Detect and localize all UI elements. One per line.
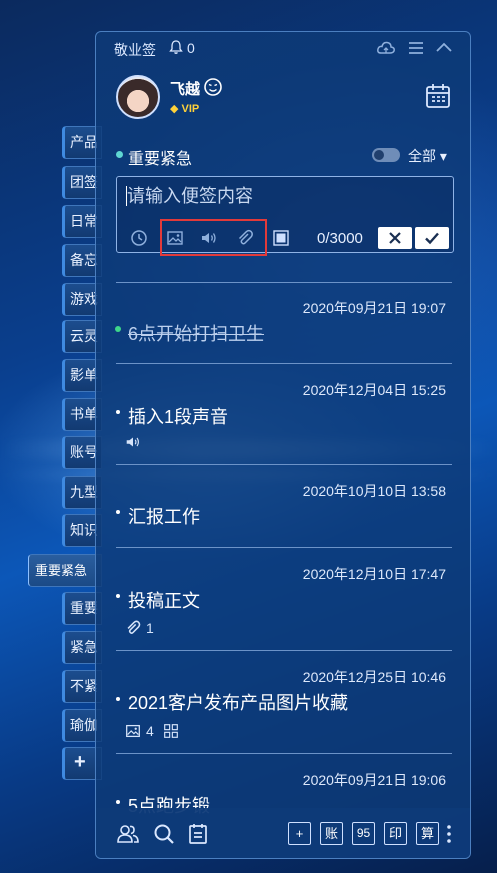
users-icon[interactable] (116, 822, 140, 846)
list-divider (116, 650, 452, 651)
color-icon[interactable] (271, 228, 291, 248)
clock-icon[interactable] (129, 228, 149, 248)
bell-icon[interactable] (168, 39, 184, 55)
side-category-tabs: 产品 团签 日常 备忘 游戏 云灵 影单 书单 账号 九型 知识 重要紧急 重要… (0, 0, 110, 873)
image-count: 4 (146, 723, 154, 739)
num-95-button[interactable]: 95 (352, 822, 375, 845)
print-button[interactable]: 印 (384, 822, 407, 845)
notification-count: 0 (187, 40, 195, 56)
check-icon (425, 232, 439, 245)
note-bullet (116, 697, 120, 701)
confirm-button[interactable] (415, 227, 449, 249)
list-divider (116, 282, 452, 283)
add-button[interactable]: + (288, 822, 311, 845)
smiley-icon (204, 78, 222, 96)
calculator-button[interactable]: 算 (416, 822, 439, 845)
note-date: 2020年10月10日 13:58 (302, 483, 446, 499)
note-date: 2020年09月21日 19:06 (302, 772, 446, 788)
note-date: 2020年09月21日 19:07 (302, 300, 446, 316)
note-bullet (116, 410, 120, 414)
category-dot (116, 151, 123, 158)
note-bullet (115, 326, 121, 332)
note-bullet (116, 800, 120, 804)
filter-toggle[interactable] (372, 148, 400, 162)
list-divider (116, 753, 452, 754)
note-title[interactable]: 插入1段声音 (128, 403, 228, 429)
side-tab-active[interactable]: 重要紧急 (28, 554, 102, 587)
search-icon[interactable] (152, 822, 176, 846)
menu-icon[interactable] (406, 38, 426, 58)
list-divider (116, 363, 452, 364)
note-bullet (116, 510, 120, 514)
more-icon[interactable] (446, 822, 452, 846)
list-divider (116, 547, 452, 548)
app-title: 敬业签 (114, 42, 156, 58)
char-counter: 0/3000 (317, 230, 363, 247)
calendar-icon[interactable] (424, 82, 452, 110)
note-input[interactable] (127, 183, 437, 209)
title-bar[interactable]: 敬业签 0 (96, 32, 470, 64)
note-title[interactable]: 2021客户发布产品图片收藏 (128, 689, 348, 715)
note-editor: 0/3000 (116, 176, 454, 256)
username: 飞越 (170, 81, 201, 98)
toolbar-highlight-box (160, 219, 267, 256)
note-date: 2020年12月10日 17:47 (302, 566, 446, 582)
note-date: 2020年12月04日 15:25 (302, 382, 446, 398)
filter-dropdown[interactable]: 全部 ▾ (408, 146, 447, 166)
avatar[interactable] (116, 75, 160, 119)
close-icon (389, 232, 401, 244)
note-title[interactable]: 投稿正文 (128, 587, 200, 613)
note-title[interactable]: 汇报工作 (128, 503, 200, 529)
note-bullet (116, 594, 120, 598)
attachment-count: 1 (146, 620, 154, 636)
grid-icon[interactable] (162, 722, 180, 740)
cloud-sync-icon[interactable] (376, 38, 396, 58)
sticky-note-panel: 敬业签 0 飞越 ◆ VIP 重要紧急 全部 ▾ 请输入便签内容 0/3000 … (95, 31, 471, 859)
image-icon (126, 724, 140, 738)
bottom-toolbar: + 账 95 印 算 (96, 808, 470, 858)
sound-icon (126, 437, 139, 447)
list-icon[interactable] (186, 822, 210, 846)
category-title: 重要紧急 (128, 151, 193, 168)
vip-label: VIP (181, 103, 200, 115)
attachment-icon (127, 620, 141, 634)
list-divider (116, 464, 452, 465)
account-button[interactable]: 账 (320, 822, 343, 845)
cancel-button[interactable] (378, 227, 412, 249)
filter-label: 全部 (408, 148, 436, 164)
note-date: 2020年12月25日 10:46 (302, 669, 446, 685)
collapse-icon[interactable] (434, 38, 454, 58)
vip-badge: ◆ VIP (170, 103, 200, 115)
note-title[interactable]: 6点开始打扫卫生 (128, 320, 264, 346)
